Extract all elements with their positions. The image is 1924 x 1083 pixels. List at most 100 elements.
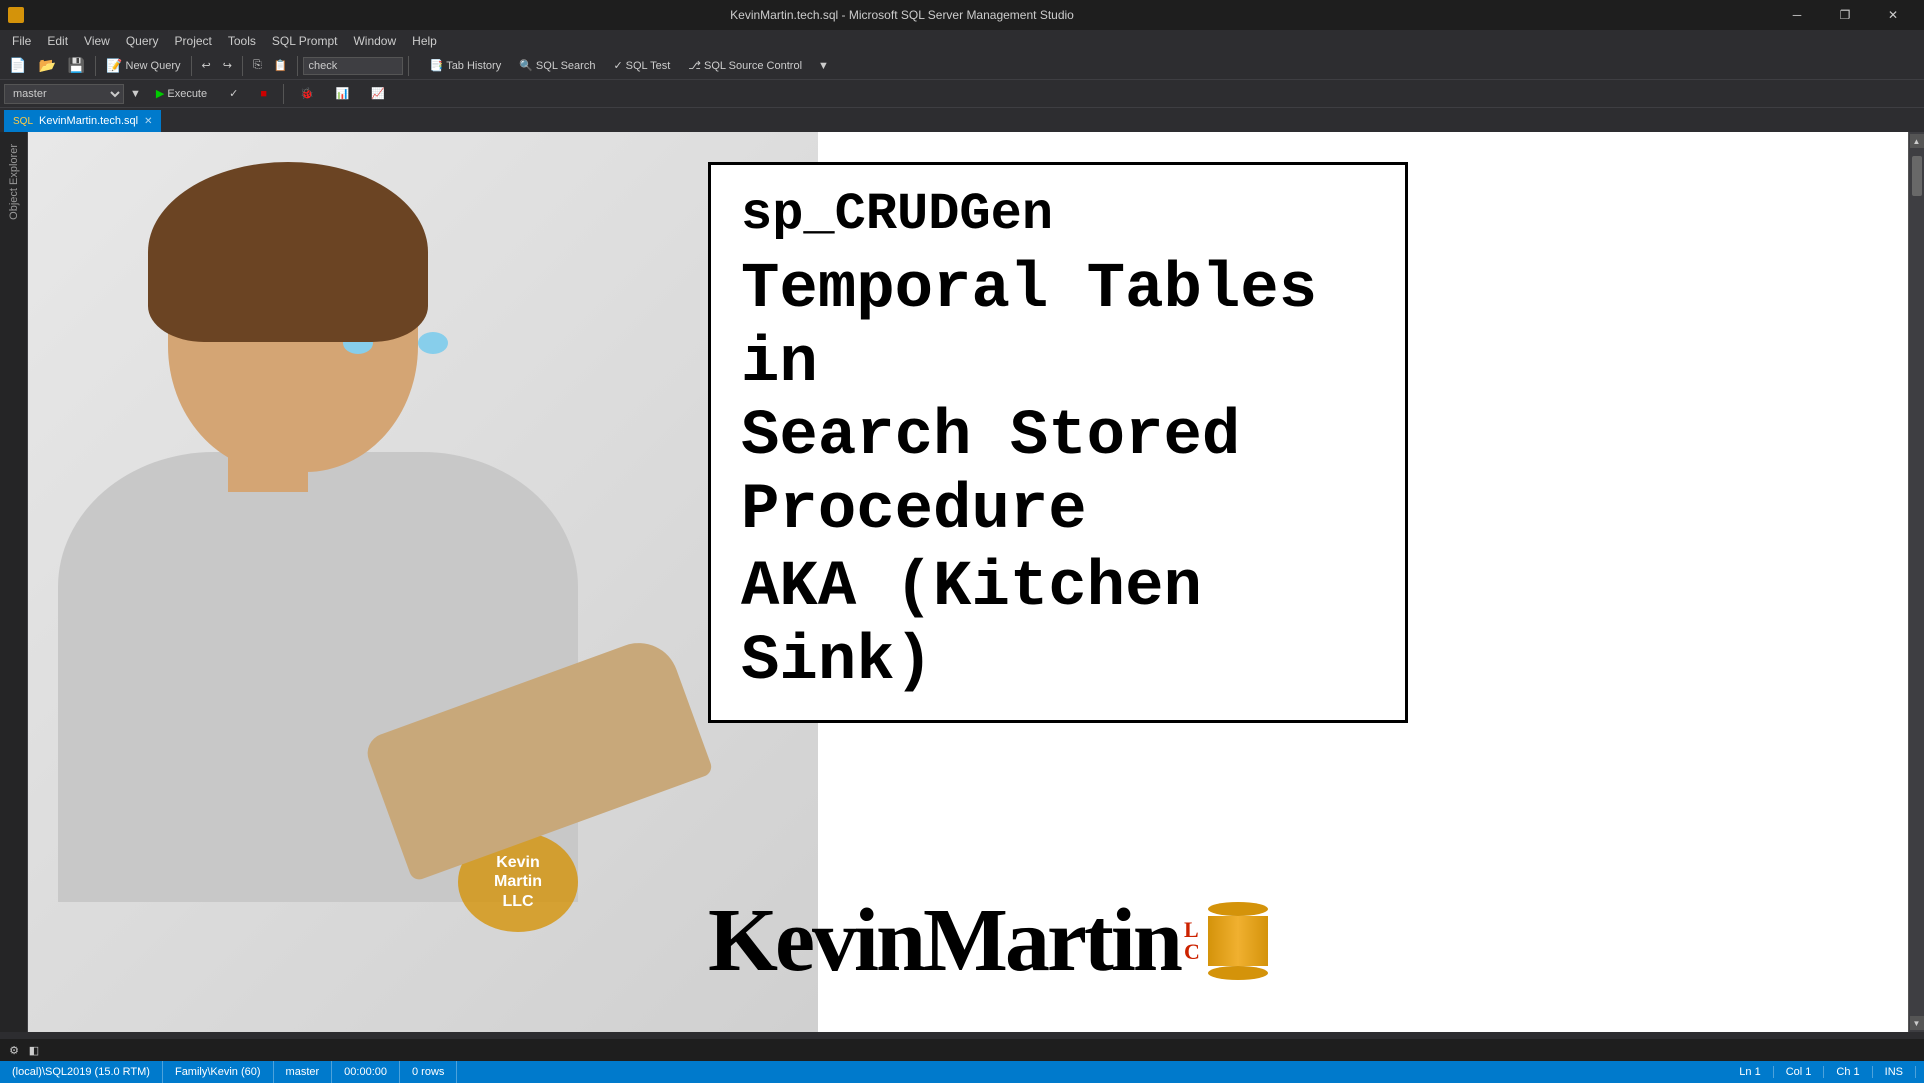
- results-icon: 📊: [336, 87, 350, 100]
- scroll-thumb[interactable]: [1912, 156, 1922, 196]
- new-file-button[interactable]: 📄: [4, 55, 31, 77]
- db-top: [1208, 902, 1268, 916]
- undo-icon: ↩: [202, 59, 211, 72]
- video-overlay: Kevin Martin LLC: [28, 132, 818, 1032]
- left-panel-object-explorer: Object Explorer: [0, 132, 28, 1032]
- redo-button[interactable]: ↪: [218, 55, 237, 77]
- paste-button[interactable]: 📋: [269, 55, 293, 77]
- toolbar2-btn2[interactable]: 📊: [327, 83, 359, 105]
- source-control-dropdown[interactable]: ▼: [813, 55, 834, 77]
- menu-view[interactable]: View: [76, 30, 118, 52]
- status-mode: INS: [1873, 1066, 1916, 1078]
- copy-icon: ⎘: [253, 59, 262, 72]
- sql-source-control-icon: ⎇: [688, 59, 701, 72]
- execute-button[interactable]: ▶ Execute: [147, 83, 216, 105]
- menu-help[interactable]: Help: [404, 30, 445, 52]
- sql-search-label: SQL Search: [536, 60, 596, 72]
- sql-test-button[interactable]: ✓ SQL Test: [606, 55, 677, 77]
- shirt-logo-text: Kevin Martin LLC: [494, 853, 542, 911]
- db-middle: [1208, 916, 1268, 966]
- minimize-button[interactable]: ─: [1774, 0, 1820, 30]
- query-tab[interactable]: SQL KevinMartin.tech.sql ✕: [4, 110, 161, 132]
- tab-close-button[interactable]: ✕: [144, 116, 152, 127]
- settings-icon: ⚙: [9, 1044, 19, 1057]
- copy-button[interactable]: ⎘: [248, 55, 267, 77]
- annotation-line5: AKA (Kitchen Sink): [741, 552, 1375, 699]
- status-line: Ln 1: [1735, 1066, 1773, 1078]
- status-database: master: [274, 1061, 333, 1083]
- window-controls: ─ ❐ ✕: [1774, 0, 1916, 30]
- close-button[interactable]: ✕: [1870, 0, 1916, 30]
- sql-source-control-label: SQL Source Control: [704, 60, 802, 72]
- save-button[interactable]: 💾: [63, 55, 90, 77]
- scroll-up-button[interactable]: ▲: [1910, 134, 1924, 148]
- tab-history-button[interactable]: 📑 Tab History: [422, 55, 508, 77]
- person-hair: [148, 162, 428, 342]
- paste-icon: 📋: [274, 59, 288, 72]
- database-select[interactable]: master: [4, 84, 124, 104]
- restore-button[interactable]: ❐: [1822, 0, 1868, 30]
- check-input[interactable]: [303, 57, 403, 75]
- content-area: Kevin Martin LLC sp_CRUDGen Temporal Tab…: [28, 132, 1924, 1032]
- tab-icon: SQL: [13, 116, 33, 127]
- stop-icon: ■: [260, 88, 267, 100]
- status-rows: 0 rows: [400, 1061, 457, 1083]
- db-base: [1208, 966, 1268, 980]
- stop-button[interactable]: ■: [251, 83, 276, 105]
- menu-project[interactable]: Project: [167, 30, 220, 52]
- estimate-plan-icon: 📈: [371, 87, 385, 100]
- sql-test-icon: ✓: [613, 59, 622, 72]
- redo-icon: ↪: [223, 59, 232, 72]
- menu-sql-prompt[interactable]: SQL Prompt: [264, 30, 346, 52]
- logo-main-text: KevinMartin: [708, 889, 1180, 992]
- toolbar2-btn3[interactable]: 📈: [362, 83, 394, 105]
- menu-edit[interactable]: Edit: [39, 30, 76, 52]
- sql-search-icon: 🔍: [519, 59, 533, 72]
- menu-bar: File Edit View Query Project Tools SQL P…: [0, 30, 1924, 52]
- bottom-icon-2[interactable]: ◧: [24, 1040, 44, 1060]
- parse-icon: ✓: [229, 87, 238, 100]
- sql-source-control-button[interactable]: ⎇ SQL Source Control: [681, 55, 809, 77]
- title-bar: KevinMartin.tech.sql - Microsoft SQL Ser…: [0, 0, 1924, 30]
- parse-button[interactable]: ✓: [220, 83, 247, 105]
- sql-test-label: SQL Test: [626, 60, 671, 72]
- status-time: 00:00:00: [332, 1061, 400, 1083]
- annotation-line4: Procedure: [741, 475, 1375, 549]
- open-icon: 📂: [38, 57, 55, 74]
- new-query-label: New Query: [126, 60, 181, 72]
- scroll-track[interactable]: [1910, 148, 1924, 1016]
- toolbar2-btn1[interactable]: 🐞: [291, 83, 323, 105]
- llc-l: L: [1184, 919, 1200, 941]
- annotation-box: sp_CRUDGen Temporal Tables in Search Sto…: [708, 162, 1408, 723]
- menu-tools[interactable]: Tools: [220, 30, 264, 52]
- status-ch: Ch 1: [1824, 1066, 1872, 1078]
- annotation-line1: sp_CRUDGen: [741, 185, 1375, 244]
- menu-query[interactable]: Query: [118, 30, 167, 52]
- execute-play-icon: ▶: [156, 87, 164, 100]
- tab-bar: SQL KevinMartin.tech.sql ✕: [0, 108, 1924, 132]
- new-file-icon: 📄: [9, 57, 26, 74]
- save-icon: 💾: [68, 57, 85, 74]
- tab-filename: KevinMartin.tech.sql: [39, 115, 138, 127]
- toolbar1: 📄 📂 💾 📝 New Query ↩ ↪ ⎘ 📋 📑 Tab History …: [0, 52, 1924, 80]
- toolbar-separator-5: [408, 56, 409, 76]
- logo-area: KevinMartin L C: [708, 889, 1268, 992]
- undo-button[interactable]: ↩: [197, 55, 216, 77]
- sql-search-button[interactable]: 🔍 SQL Search: [512, 55, 602, 77]
- menu-window[interactable]: Window: [345, 30, 404, 52]
- status-user: Family\Kevin (60): [163, 1061, 274, 1083]
- scroll-down-button[interactable]: ▼: [1910, 1016, 1924, 1030]
- new-query-button[interactable]: 📝 New Query: [101, 55, 185, 77]
- right-toolbar: 📑 Tab History 🔍 SQL Search ✓ SQL Test ⎇ …: [422, 55, 833, 77]
- status-bar: (local)\SQL2019 (15.0 RTM) Family\Kevin …: [0, 1061, 1924, 1083]
- layout-icon: ◧: [29, 1044, 39, 1057]
- person-eye-right: [418, 332, 448, 354]
- bottom-icon-1[interactable]: ⚙: [4, 1040, 24, 1060]
- debug-icon: 🐞: [300, 87, 314, 100]
- window-title: KevinMartin.tech.sql - Microsoft SQL Ser…: [30, 8, 1774, 22]
- menu-file[interactable]: File: [4, 30, 39, 52]
- tab-history-label: Tab History: [446, 60, 501, 72]
- open-file-button[interactable]: 📂: [33, 55, 60, 77]
- db-dropdown-arrow: ▼: [128, 88, 143, 100]
- scrollbar[interactable]: ▲ ▼: [1908, 132, 1924, 1032]
